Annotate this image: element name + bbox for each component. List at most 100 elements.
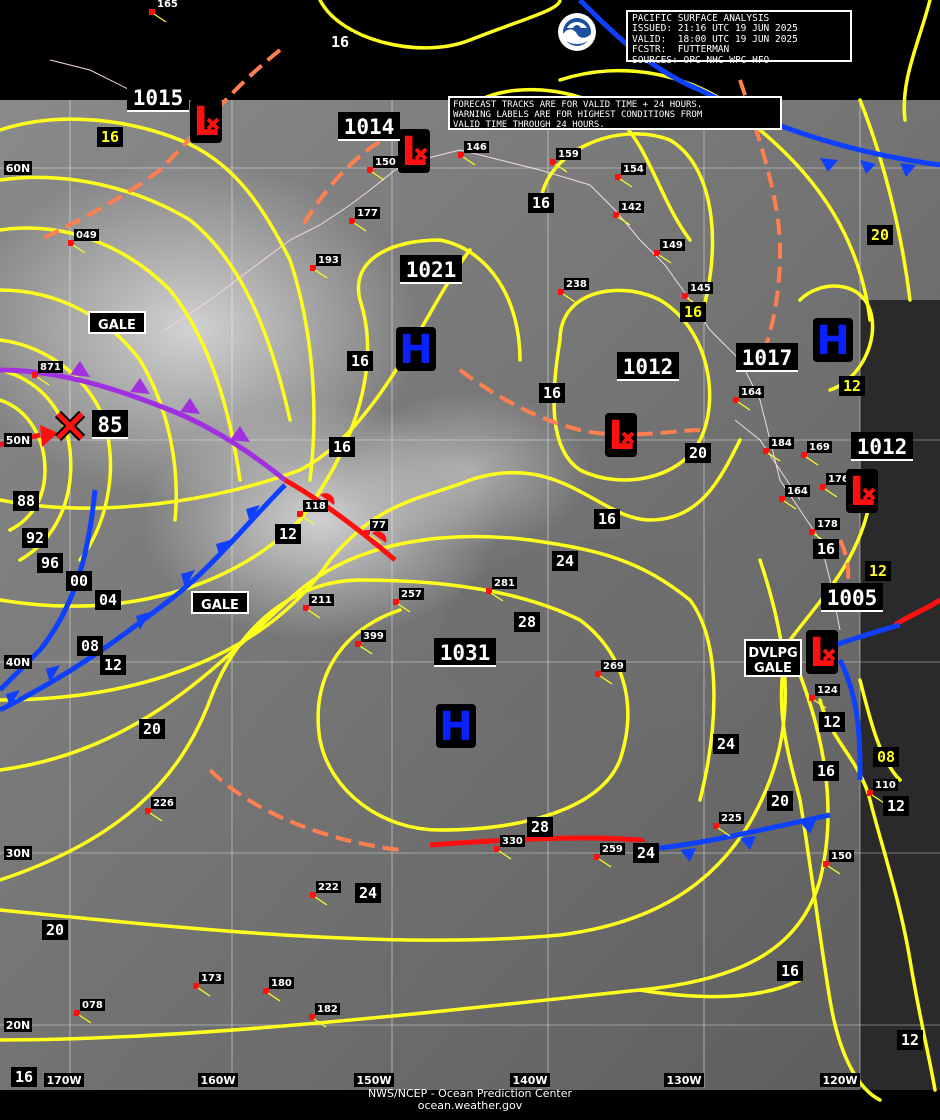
svg-text:124: 124	[817, 685, 838, 696]
svg-text:1012: 1012	[623, 355, 674, 379]
svg-text:049: 049	[76, 230, 97, 241]
svg-text:85: 85	[97, 413, 122, 437]
svg-text:24: 24	[637, 844, 655, 862]
svg-text:1031: 1031	[440, 641, 491, 665]
svg-text:1017: 1017	[742, 346, 793, 370]
svg-text:16: 16	[333, 438, 351, 456]
svg-text:149: 149	[662, 240, 683, 251]
svg-text:226: 226	[153, 798, 174, 809]
forecast-track-note: FORECAST TRACKS ARE FOR VALID TIME + 24 …	[448, 96, 782, 130]
lat-label: 30N	[4, 846, 32, 860]
lon-label: 160W	[198, 1073, 238, 1087]
isobar-value-label: 20	[867, 225, 893, 245]
isobar-value-label: 12	[100, 655, 126, 675]
isobar-value-label: 24	[552, 551, 578, 571]
svg-text:145: 145	[690, 283, 711, 294]
warning-label: GALE	[88, 311, 146, 334]
isobar-value-label: 16	[813, 539, 839, 559]
svg-text:40N: 40N	[6, 656, 31, 669]
lat-label: 20N	[4, 1018, 32, 1032]
svg-text:1012: 1012	[857, 435, 908, 459]
svg-text:150W: 150W	[356, 1074, 391, 1087]
isobar-value-label: 24	[633, 843, 659, 863]
svg-text:150: 150	[375, 157, 396, 168]
svg-text:1005: 1005	[827, 586, 878, 610]
isobar-value-label: 12	[839, 376, 865, 396]
svg-text:164: 164	[741, 387, 762, 398]
isobar-value-label: 20	[139, 719, 165, 739]
surface-analysis-map: 165 146 150 159 154 142 149 177 193 238 145 049 164 1…	[0, 0, 940, 1120]
svg-text:12: 12	[869, 562, 887, 580]
svg-text:178: 178	[817, 519, 838, 530]
svg-text:130W: 130W	[666, 1074, 701, 1087]
isobar-value-label: 12	[883, 796, 909, 816]
svg-text:24: 24	[359, 884, 377, 902]
svg-text:16: 16	[817, 762, 835, 780]
svg-text:77: 77	[372, 520, 386, 531]
isobar-value-label: 12	[819, 712, 845, 732]
noaa-logo	[558, 13, 596, 51]
svg-text:140W: 140W	[512, 1074, 547, 1087]
svg-text:184: 184	[771, 438, 792, 449]
svg-text:399: 399	[363, 631, 384, 642]
svg-text:88: 88	[17, 492, 35, 510]
isobar-value-label: 20	[767, 791, 793, 811]
warning-label: GALE	[191, 591, 249, 614]
svg-text:16: 16	[817, 540, 835, 558]
isobar-value-label: 00	[66, 571, 92, 591]
svg-text:12: 12	[279, 525, 297, 543]
isobar-value-label: 16	[777, 961, 803, 981]
isobar-value-label: 24	[713, 734, 739, 754]
svg-text:16: 16	[684, 303, 702, 321]
info-valid: VALID: 18:00 UTC 19 JUN 2025	[632, 33, 798, 45]
lon-label: 150W	[354, 1073, 394, 1087]
lon-label: 140W	[510, 1073, 550, 1087]
svg-text:20: 20	[143, 720, 161, 738]
svg-text:92: 92	[26, 529, 44, 547]
svg-text:238: 238	[566, 279, 587, 290]
svg-text:H: H	[816, 318, 849, 364]
svg-text:30N: 30N	[6, 847, 31, 860]
analysis-info-box: PACIFIC SURFACE ANALYSIS ISSUED: 21:16 U…	[626, 10, 852, 65]
svg-text:259: 259	[602, 844, 623, 855]
svg-text:164: 164	[787, 486, 808, 497]
svg-text:257: 257	[401, 589, 422, 600]
note-line-2: WARNING LABELS ARE FOR HIGHEST CONDITION…	[453, 110, 703, 120]
svg-text:078: 078	[82, 1000, 103, 1011]
svg-text:160W: 160W	[200, 1074, 235, 1087]
isobar-value-label: 92	[22, 528, 48, 548]
svg-text:180: 180	[271, 978, 292, 989]
isobar-value-label: 20	[685, 443, 711, 463]
isobar-value-label: 04	[95, 590, 121, 610]
lat-label: 60N	[4, 161, 32, 175]
svg-text:28: 28	[531, 818, 549, 836]
svg-text:211: 211	[311, 595, 332, 606]
footer-url: ocean.weather.gov	[417, 1099, 523, 1112]
svg-text:GALE: GALE	[754, 661, 792, 676]
svg-text:146: 146	[466, 142, 487, 153]
svg-text:120W: 120W	[822, 1074, 857, 1087]
svg-text:170W: 170W	[46, 1074, 81, 1087]
isobar-value-label: 16	[11, 1067, 37, 1087]
svg-text:1015: 1015	[133, 86, 184, 110]
svg-text:08: 08	[877, 748, 895, 766]
svg-text:H: H	[399, 327, 432, 373]
isobar-value-label: 12	[275, 524, 301, 544]
svg-text:GALE: GALE	[201, 598, 239, 613]
svg-text:12: 12	[887, 797, 905, 815]
isobar-value-label: 16	[539, 383, 565, 403]
svg-text:20: 20	[771, 792, 789, 810]
svg-text:16: 16	[101, 128, 119, 146]
isobar-value-label: 08	[77, 636, 103, 656]
isobar-value-label: 16	[528, 193, 554, 213]
svg-text:330: 330	[502, 836, 523, 847]
svg-text:20: 20	[689, 444, 707, 462]
svg-text:20: 20	[871, 226, 889, 244]
isobar-value-label: 20	[42, 920, 68, 940]
svg-text:1014: 1014	[344, 115, 395, 139]
svg-text:871: 871	[40, 362, 61, 373]
isobar-value-label: 16	[97, 127, 123, 147]
info-forecaster: FCSTR: FUTTERMAN	[632, 44, 730, 56]
svg-text:177: 177	[357, 208, 378, 219]
svg-text:1021: 1021	[406, 258, 457, 282]
